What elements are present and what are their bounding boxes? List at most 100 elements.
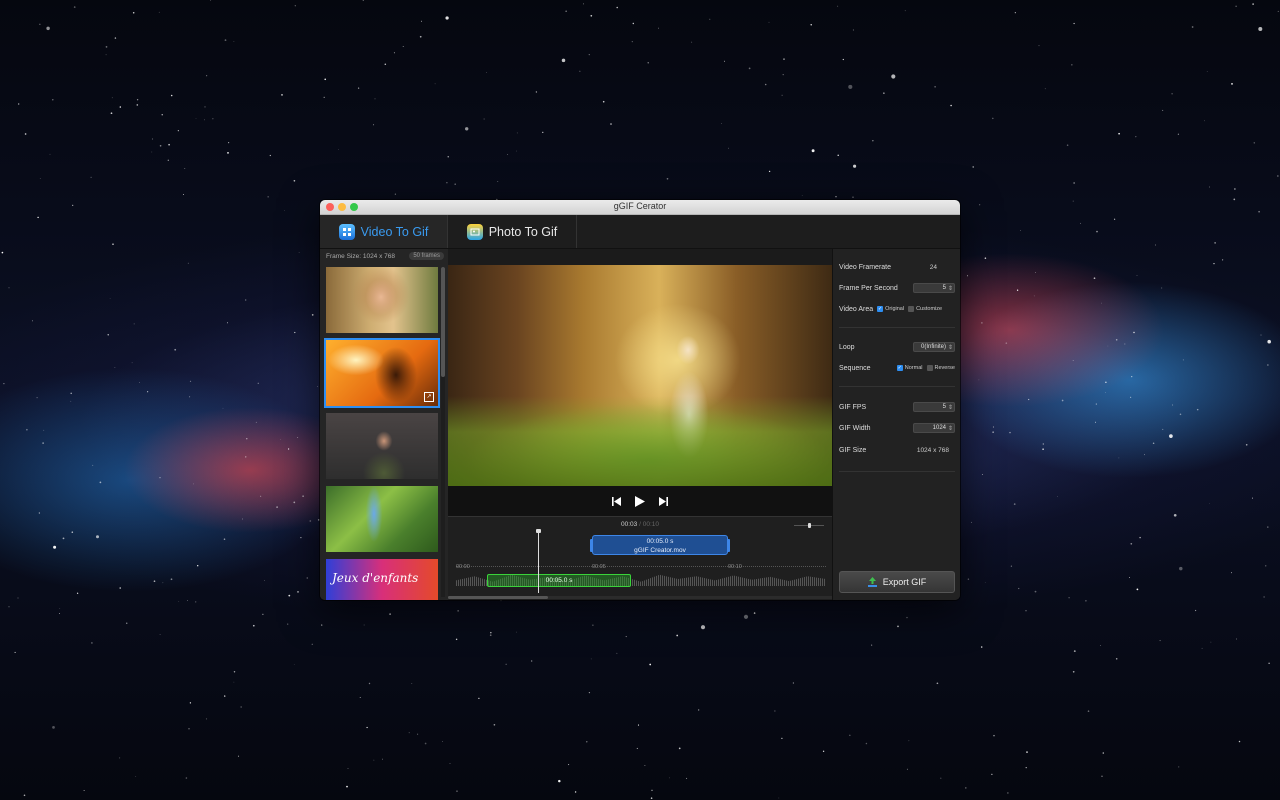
tab-photo-to-gif-label: Photo To Gif [488, 224, 558, 239]
star [1038, 45, 1040, 47]
star [195, 601, 197, 603]
video-thumbnail[interactable] [326, 486, 438, 552]
tab-video-to-gif[interactable]: Video To Gif [320, 215, 448, 248]
star [1080, 222, 1081, 224]
customize-checkbox[interactable]: Customize [908, 306, 942, 312]
star [240, 706, 242, 708]
star [588, 692, 591, 694]
star [631, 41, 633, 43]
star [908, 740, 910, 742]
star [1073, 650, 1076, 652]
gif-size-value: 1024 x 768 [916, 446, 949, 454]
checkbox-empty-icon [926, 365, 933, 371]
video-grid-icon [338, 223, 355, 240]
edit-icon[interactable]: ↗ [424, 392, 434, 402]
video-thumbnail[interactable]: Jeux d'enfants [326, 559, 438, 600]
star [1267, 364, 1269, 366]
star [1252, 3, 1254, 5]
export-icon [867, 577, 877, 587]
star [151, 151, 153, 153]
star [1178, 766, 1180, 768]
star [246, 438, 248, 440]
video-thumbnail[interactable] [326, 267, 438, 333]
normal-checkbox[interactable]: ✓ Normal [896, 365, 923, 371]
export-gif-button[interactable]: Export GIF [839, 571, 955, 593]
tab-photo-to-gif[interactable]: Photo To Gif [448, 215, 577, 248]
video-thumbnail-selected[interactable]: ↗ [324, 338, 440, 408]
gif-width-stepper[interactable]: 1024 [913, 423, 955, 433]
star [158, 11, 160, 13]
play-icon[interactable] [635, 495, 645, 507]
star [206, 75, 208, 77]
star [105, 54, 107, 56]
star [92, 464, 94, 466]
star [368, 682, 371, 685]
gif-fps-stepper[interactable]: 5 [913, 402, 955, 412]
video-framerate-row: Video Framerate 24 [839, 261, 955, 273]
star [283, 209, 285, 211]
star [500, 599, 502, 602]
gif-size-row: GIF Size 1024 x 768 [839, 444, 955, 456]
timeline-scrollbar-knob[interactable] [448, 596, 548, 599]
video-clip-range[interactable]: 00:05.0 s gGIF Creator.mov [590, 535, 730, 555]
star [720, 122, 722, 124]
star [810, 24, 812, 26]
preview-area: 00:03 / 00:10 00:05.0 s gGIF Creator.mov… [448, 249, 832, 600]
star [287, 623, 289, 625]
star [311, 314, 314, 316]
star [783, 58, 785, 60]
star [1179, 566, 1183, 571]
star [993, 734, 995, 737]
star [768, 21, 770, 23]
star [1235, 5, 1237, 7]
star [542, 131, 544, 133]
star [897, 625, 899, 628]
star [984, 257, 987, 259]
skip-back-icon[interactable] [612, 496, 621, 506]
star [347, 768, 349, 769]
star [288, 594, 291, 597]
star [616, 652, 618, 654]
timeline-scrollbar[interactable] [448, 596, 832, 599]
star [650, 797, 653, 799]
star [1179, 413, 1182, 416]
ruler-tick: 00:00 [456, 564, 470, 570]
star [228, 142, 230, 144]
star [1044, 88, 1046, 90]
star [1124, 343, 1126, 345]
reverse-checkbox[interactable]: Reverse [926, 365, 955, 371]
star [1068, 597, 1070, 599]
star [1144, 454, 1145, 456]
star [676, 634, 679, 637]
fps-stepper[interactable]: 5 [913, 283, 955, 293]
star [162, 582, 164, 584]
playhead[interactable] [536, 529, 541, 593]
star [658, 27, 659, 29]
loop-row: Loop 0(Infinite) [839, 341, 955, 353]
star [119, 587, 121, 589]
timeline-zoom-slider[interactable] [794, 523, 824, 528]
star [991, 773, 993, 775]
star [71, 531, 74, 533]
thumbnail-scrollbar[interactable] [441, 267, 445, 597]
star [62, 537, 65, 540]
star [558, 779, 561, 783]
video-thumbnail[interactable] [326, 413, 438, 479]
star [245, 299, 247, 301]
zoom-slider-knob[interactable] [808, 523, 811, 528]
loop-stepper[interactable]: 0(Infinite) [913, 342, 955, 352]
scrollbar-knob[interactable] [441, 267, 445, 377]
original-checkbox[interactable]: ✓ Original [877, 306, 904, 312]
star [1057, 495, 1058, 497]
gif-range-selection[interactable]: 00:05.0 s [487, 574, 631, 587]
star [1034, 590, 1037, 593]
star [110, 112, 113, 115]
star [849, 734, 851, 736]
star [298, 251, 300, 253]
star [1093, 277, 1096, 280]
skip-forward-icon[interactable] [659, 496, 668, 506]
star [1005, 342, 1008, 344]
star [1101, 775, 1103, 778]
star [984, 582, 986, 583]
star [126, 622, 128, 624]
